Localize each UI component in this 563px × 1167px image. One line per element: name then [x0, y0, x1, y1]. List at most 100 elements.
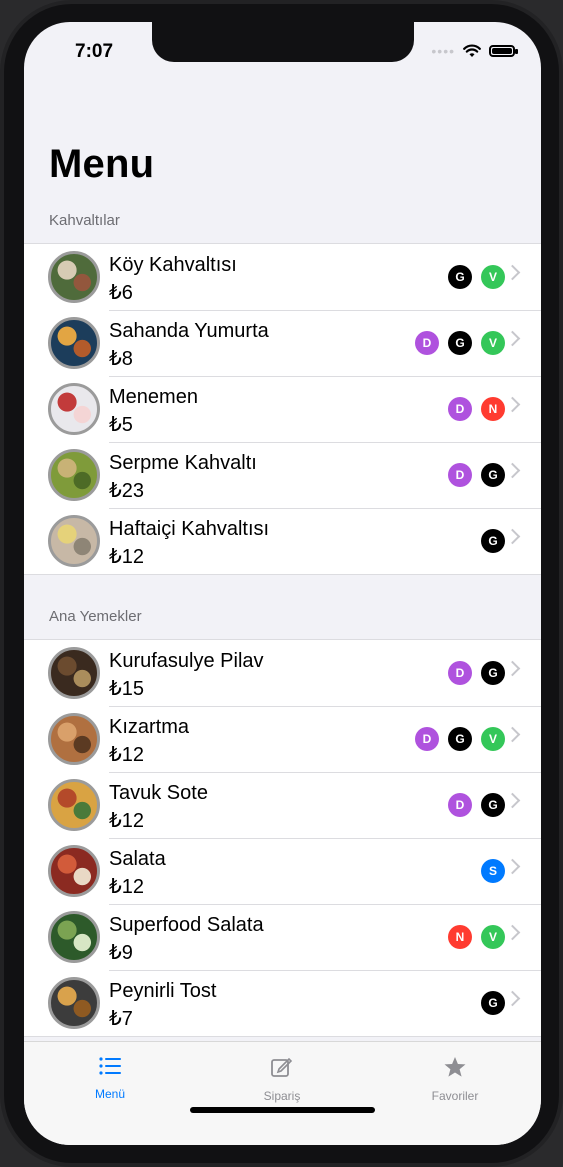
item-name: Sahanda Yumurta: [109, 320, 269, 342]
star-icon: [444, 1057, 466, 1077]
chevron-right-icon: [504, 330, 521, 347]
food-thumbnail: [48, 779, 100, 831]
item-name: Haftaiçi Kahvaltısı: [109, 518, 270, 540]
diet-badges: DG: [448, 793, 505, 817]
list-item-peynirli-tost[interactable]: Peynirli Tost ₺7 G: [24, 970, 541, 1036]
item-price: ₺6: [109, 282, 133, 304]
badge-d: D: [415, 331, 439, 355]
badge-v: V: [481, 727, 505, 751]
tab-bar: Menü Sipariş Favoriler: [24, 1041, 541, 1145]
badge-d: D: [415, 727, 439, 751]
diet-badges: GV: [448, 265, 505, 289]
status-time: 7:07: [75, 41, 114, 62]
badge-g: G: [481, 463, 505, 487]
chevron-right-icon: [504, 264, 521, 281]
badge-g: G: [448, 331, 472, 355]
chevron-right-icon: [504, 990, 521, 1007]
badge-g: G: [448, 727, 472, 751]
diet-badges: DG: [448, 463, 505, 487]
food-thumbnail: [48, 251, 100, 303]
diet-badges: DG: [448, 661, 505, 685]
list-item-kizartma[interactable]: Kızartma ₺12 D G V: [24, 706, 541, 772]
badge-g: G: [448, 265, 472, 289]
battery-icon: [489, 45, 518, 57]
item-name: Salata: [109, 848, 166, 870]
badge-d: D: [448, 793, 472, 817]
item-name: Tavuk Sote: [109, 782, 208, 804]
item-name: Superfood Salata: [109, 914, 264, 936]
page-title: Menu: [49, 142, 155, 186]
badge-v: V: [481, 925, 505, 949]
badge-g: G: [481, 991, 505, 1015]
tab-favoriler[interactable]: Favoriler: [395, 1056, 515, 1103]
food-thumbnail: [48, 911, 100, 963]
wifi-icon: [463, 44, 481, 57]
tab-menu[interactable]: Menü: [50, 1056, 170, 1101]
badge-g: G: [481, 793, 505, 817]
section-header-ana-yemekler: Ana Yemekler: [49, 608, 142, 625]
chevron-right-icon: [504, 792, 521, 809]
screen: 7:07 •••• Menu Kahvaltılar Köy Kahvaltıs…: [24, 22, 541, 1145]
item-name: Menemen: [109, 386, 198, 408]
chevron-right-icon: [504, 396, 521, 413]
diet-badges: DGV: [415, 727, 505, 751]
food-thumbnail: [48, 713, 100, 765]
item-price: ₺12: [109, 546, 144, 568]
food-thumbnail: [48, 977, 100, 1029]
tab-siparis-label: Sipariş: [263, 1089, 301, 1103]
chevron-right-icon: [504, 726, 521, 743]
list-item-salata[interactable]: Salata ₺12 S: [24, 838, 541, 904]
home-indicator: [190, 1107, 375, 1113]
chevron-right-icon: [504, 462, 521, 479]
list-item-superfood-salata[interactable]: Superfood Salata ₺9 N V: [24, 904, 541, 970]
item-price: ₺9: [109, 942, 133, 964]
diet-badges: S: [481, 859, 505, 883]
list-item-tavuk-sote[interactable]: Tavuk Sote ₺12 D G: [24, 772, 541, 838]
item-price: ₺12: [109, 810, 144, 832]
tab-menu-label: Menü: [94, 1087, 126, 1101]
item-price: ₺15: [109, 678, 144, 700]
badge-n: N: [481, 397, 505, 421]
item-price: ₺5: [109, 414, 133, 436]
chevron-right-icon: [504, 660, 521, 677]
badge-s: S: [481, 859, 505, 883]
tab-siparis[interactable]: Sipariş: [222, 1056, 342, 1103]
status-icons: ••••: [431, 43, 518, 59]
chevron-right-icon: [504, 528, 521, 545]
badge-g: G: [481, 661, 505, 685]
item-name: Köy Kahvaltısı: [109, 254, 237, 276]
badge-g: G: [481, 529, 505, 553]
item-price: ₺12: [109, 876, 144, 898]
list-ana-yemekler: Kurufasulye Pilav ₺15 D G Kızartma ₺12 D G V Tavu…: [24, 639, 541, 1037]
list-item-menemen[interactable]: Menemen ₺5 D N: [24, 376, 541, 442]
food-thumbnail: [48, 449, 100, 501]
diet-badges: G: [481, 529, 505, 553]
list-kahvaltilar: Köy Kahvaltısı ₺6 G V Sahanda Yumurta ₺8 D G V Me…: [24, 243, 541, 575]
list-item-koy-kahvaltisi[interactable]: Köy Kahvaltısı ₺6 G V: [24, 244, 541, 310]
section-header-kahvaltilar: Kahvaltılar: [49, 212, 120, 229]
chevron-right-icon: [504, 924, 521, 941]
food-thumbnail: [48, 845, 100, 897]
item-price: ₺8: [109, 348, 133, 370]
compose-icon: [271, 1057, 293, 1077]
item-name: Kızartma: [109, 716, 190, 738]
badge-v: V: [481, 265, 505, 289]
food-thumbnail: [48, 515, 100, 567]
item-price: ₺7: [109, 1008, 133, 1030]
signal-dots-icon: ••••: [431, 43, 455, 59]
list-icon: [99, 1057, 121, 1075]
item-name: Peynirli Tost: [109, 980, 217, 1002]
food-thumbnail: [48, 383, 100, 435]
list-item-haftaici-kahvaltisi[interactable]: Haftaiçi Kahvaltısı ₺12 G: [24, 508, 541, 574]
badge-n: N: [448, 925, 472, 949]
badge-d: D: [448, 661, 472, 685]
chevron-right-icon: [504, 858, 521, 875]
list-item-sahanda-yumurta[interactable]: Sahanda Yumurta ₺8 D G V: [24, 310, 541, 376]
badge-v: V: [481, 331, 505, 355]
list-item-kurufasulye-pilav[interactable]: Kurufasulye Pilav ₺15 D G: [24, 640, 541, 706]
diet-badges: G: [481, 991, 505, 1015]
item-name: Serpme Kahvaltı: [109, 452, 257, 474]
list-item-serpme-kahvalti[interactable]: Serpme Kahvaltı ₺23 D G: [24, 442, 541, 508]
item-price: ₺12: [109, 744, 144, 766]
diet-badges: NV: [448, 925, 505, 949]
